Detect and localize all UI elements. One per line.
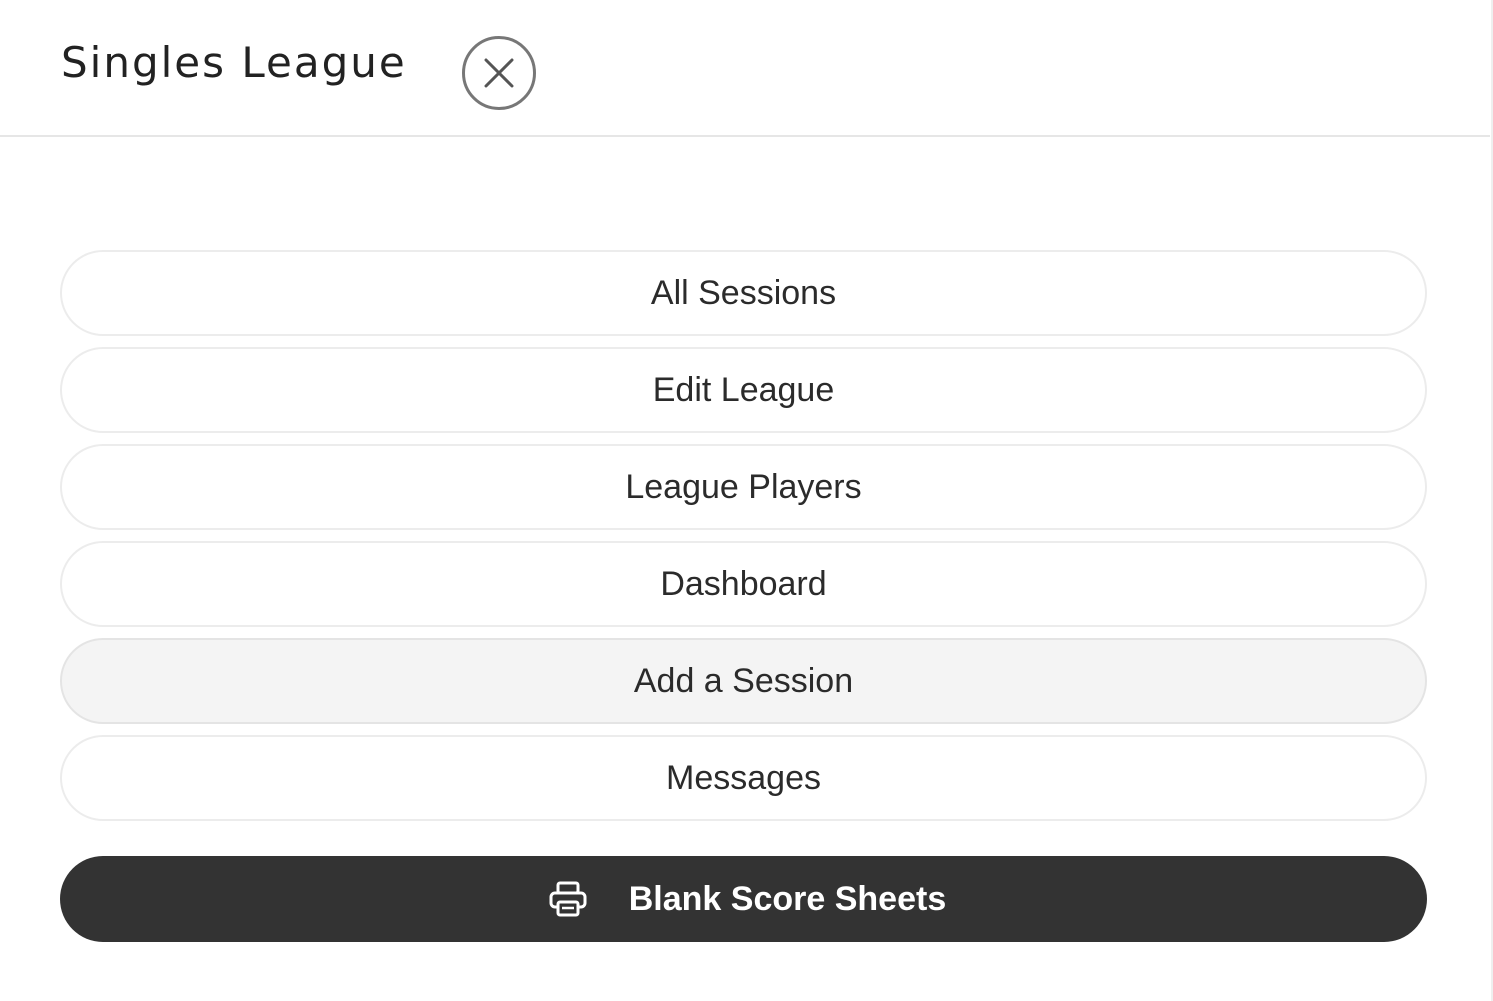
blank-score-sheets-label: Blank Score Sheets bbox=[628, 879, 947, 918]
panel-header: Singles League bbox=[0, 0, 1490, 137]
printer-icon bbox=[549, 881, 587, 917]
blank-score-sheets-button[interactable]: Blank Score Sheets bbox=[60, 856, 1427, 942]
all-sessions-button[interactable]: All Sessions bbox=[60, 250, 1427, 336]
add-session-button[interactable]: Add a Session bbox=[60, 638, 1427, 724]
dashboard-button[interactable]: Dashboard bbox=[60, 541, 1427, 627]
league-menu-panel: Singles League All Sessions Edit League … bbox=[0, 0, 1493, 1001]
close-button[interactable] bbox=[462, 36, 536, 110]
messages-button[interactable]: Messages bbox=[60, 735, 1427, 821]
page-title: Singles League bbox=[61, 38, 407, 87]
close-icon bbox=[482, 56, 516, 90]
league-menu: All Sessions Edit League League Players … bbox=[60, 250, 1427, 832]
league-players-button[interactable]: League Players bbox=[60, 444, 1427, 530]
edit-league-button[interactable]: Edit League bbox=[60, 347, 1427, 433]
